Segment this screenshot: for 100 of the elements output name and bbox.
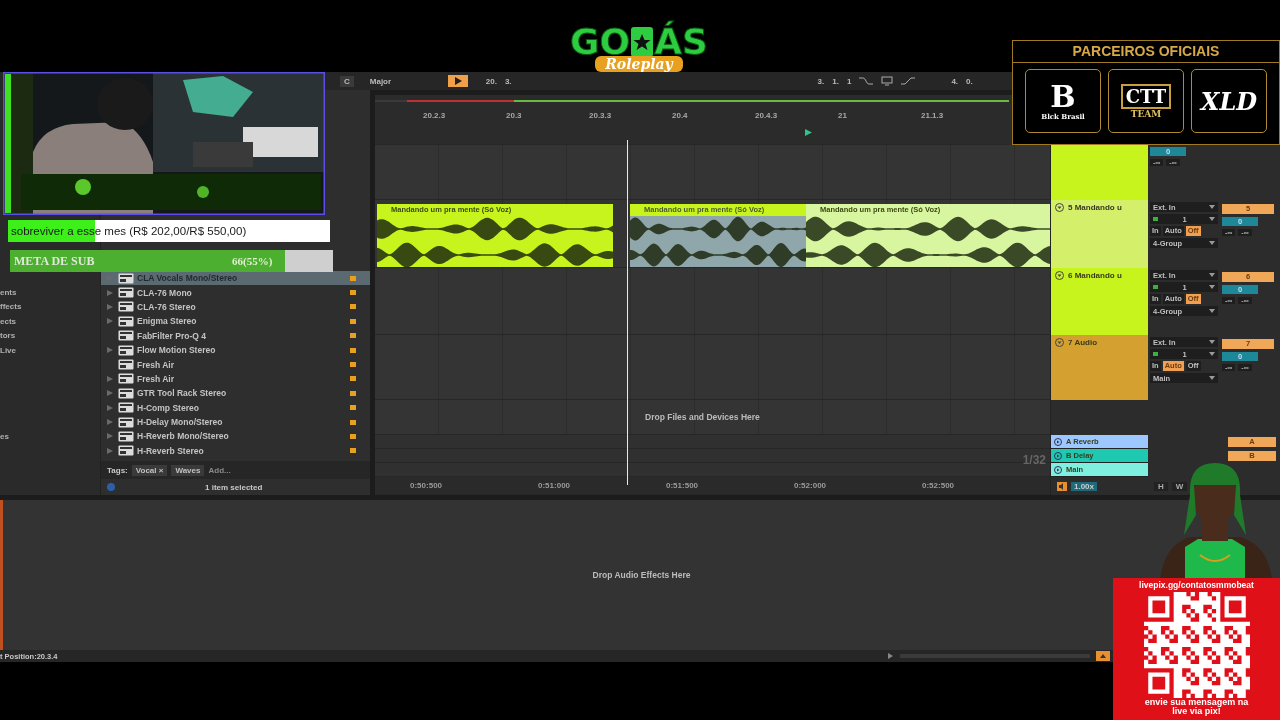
selection-status: 1 item selected: [205, 482, 263, 492]
item-label: CLA-76 Mono: [137, 287, 193, 298]
hotswap-icon[interactable]: [350, 362, 356, 368]
track-header[interactable]: 7 Audio: [1051, 335, 1148, 400]
speaker-icon[interactable]: [1057, 481, 1067, 491]
category-item[interactable]: ects: [0, 314, 100, 330]
browser-item[interactable]: CLA-76 Mono: [101, 285, 370, 300]
track-header[interactable]: 5 Mandando u: [1051, 200, 1148, 268]
drop-hint: Drop Files and Devices Here: [645, 412, 760, 422]
browser-item[interactable]: Flow Motion Stereo: [101, 342, 370, 358]
hotswap-icon[interactable]: [350, 419, 356, 425]
loop-start-field[interactable]: 1.: [832, 76, 839, 86]
track-name: 7 Audio: [1068, 338, 1098, 347]
caret-icon: [1209, 340, 1215, 344]
rack-icon: [118, 344, 134, 356]
browser-item[interactable]: H-Comp Stereo: [101, 400, 370, 415]
beat-label: 21.1.3: [921, 111, 945, 120]
monitor-icon[interactable]: [881, 76, 894, 86]
beat-label: 20.2.3: [423, 111, 447, 120]
caret-icon: [1209, 352, 1215, 356]
tag-chip[interactable]: Vocal ×: [131, 464, 168, 476]
hotswap-icon[interactable]: [350, 405, 356, 411]
time-label: 0:50:500: [410, 481, 444, 490]
item-label: CLA Vocals Mono/Stereo: [137, 273, 239, 284]
zoom-field[interactable]: 1.00x: [1071, 481, 1098, 491]
sub-goal-label: META DE SUB: [13, 253, 96, 269]
expand-icon[interactable]: [107, 347, 113, 354]
category-item[interactable]: es: [0, 429, 100, 445]
beat-label: 20.4: [672, 111, 689, 120]
item-label: CLA-76 Stereo: [137, 301, 197, 312]
partner-logo-text: XLD: [1200, 86, 1258, 116]
rack-icon: [118, 445, 134, 457]
rack-icon: [118, 301, 134, 313]
view-toggle-button[interactable]: W: [1171, 481, 1188, 491]
key-selector[interactable]: C: [340, 75, 354, 87]
browser-item[interactable]: H-Reverb Stereo: [101, 443, 370, 459]
track-name: 5 Mandando u: [1068, 203, 1122, 212]
fold-icon[interactable]: [1054, 437, 1062, 446]
pix-url[interactable]: livepix.gg/contatosmmobeat: [1139, 578, 1254, 590]
rack-icon: [118, 373, 134, 385]
category-item[interactable]: ffects: [0, 300, 100, 315]
tag-chip[interactable]: Waves: [171, 464, 205, 476]
position-field[interactable]: 20.: [485, 76, 497, 86]
curve-icon[interactable]: [859, 76, 874, 86]
drop-zone[interactable]: Drop Files and Devices Here: [375, 400, 1050, 435]
play-icon[interactable]: [886, 652, 894, 660]
expand-icon[interactable]: [107, 318, 113, 325]
browser-item[interactable]: Enigma Stereo: [101, 314, 370, 329]
drop-hint: Drop Audio Effects Here: [592, 570, 691, 580]
curve-icon[interactable]: [901, 76, 916, 86]
locator-icon[interactable]: [805, 129, 812, 136]
loop-start-field[interactable]: 1: [846, 76, 852, 86]
hotswap-icon[interactable]: [350, 347, 356, 353]
loop-start-field[interactable]: 3.: [817, 76, 825, 86]
time-label: 0:51:500: [666, 481, 700, 490]
category-item[interactable]: Live: [0, 343, 100, 358]
time-label: 0:51:000: [538, 481, 572, 490]
item-label: H-Delay Mono/Stereo: [137, 417, 224, 428]
position-field[interactable]: 3.: [504, 76, 512, 86]
fold-icon[interactable]: [1054, 451, 1062, 460]
item-label: Fresh Air: [137, 359, 175, 370]
fold-icon[interactable]: [1055, 203, 1064, 212]
tags-label: Tags:: [107, 465, 128, 475]
caret-icon: [1209, 205, 1215, 209]
scale-dropdown[interactable]: Major: [369, 76, 440, 86]
browser-item[interactable]: H-Reverb Mono/Stereo: [101, 429, 370, 444]
track-header[interactable]: 6 Mandando u: [1051, 268, 1148, 335]
caret-icon: [1209, 309, 1215, 313]
browser-item[interactable]: H-Delay Mono/Stereo: [101, 414, 370, 430]
browser-item[interactable]: CLA-76 Stereo: [101, 299, 370, 315]
tag-input[interactable]: Add...: [208, 465, 231, 475]
fold-icon[interactable]: [1055, 271, 1064, 280]
rack-icon: [118, 416, 134, 428]
category-item[interactable]: ents: [0, 286, 100, 301]
expand-icon[interactable]: [107, 375, 113, 382]
sub-goal-value: 66(55%): [232, 255, 273, 267]
category-item[interactable]: tors: [0, 329, 100, 344]
fold-icon[interactable]: [1054, 465, 1062, 474]
hotswap-icon[interactable]: [350, 333, 356, 339]
hotswap-icon[interactable]: [350, 290, 356, 296]
rack-icon: [118, 330, 134, 342]
caret-icon: [1209, 273, 1215, 277]
play-button[interactable]: [447, 75, 468, 87]
hotswap-icon[interactable]: [350, 304, 356, 310]
hotswap-icon[interactable]: [350, 448, 356, 454]
browser-item[interactable]: FabFilter Pro-Q 4: [101, 328, 370, 343]
hotswap-icon[interactable]: [350, 318, 356, 324]
browser-item[interactable]: Fresh Air: [101, 357, 370, 372]
browser-item[interactable]: GTR Tool Rack Stereo: [101, 386, 370, 401]
loop-length-field[interactable]: 0.: [966, 76, 973, 86]
overview-bar[interactable]: [375, 97, 1009, 105]
caret-icon: [1209, 217, 1215, 221]
hotswap-icon[interactable]: [350, 390, 356, 396]
view-toggle-button[interactable]: H: [1154, 481, 1168, 491]
beat-label: 20.3.3: [589, 111, 613, 120]
loop-length-field[interactable]: 4.: [951, 76, 959, 86]
browser-item[interactable]: Fresh Air: [101, 371, 370, 387]
item-label: GTR Tool Rack Stereo: [137, 388, 228, 399]
hotswap-icon[interactable]: [350, 376, 356, 382]
rack-icon: [118, 287, 134, 299]
